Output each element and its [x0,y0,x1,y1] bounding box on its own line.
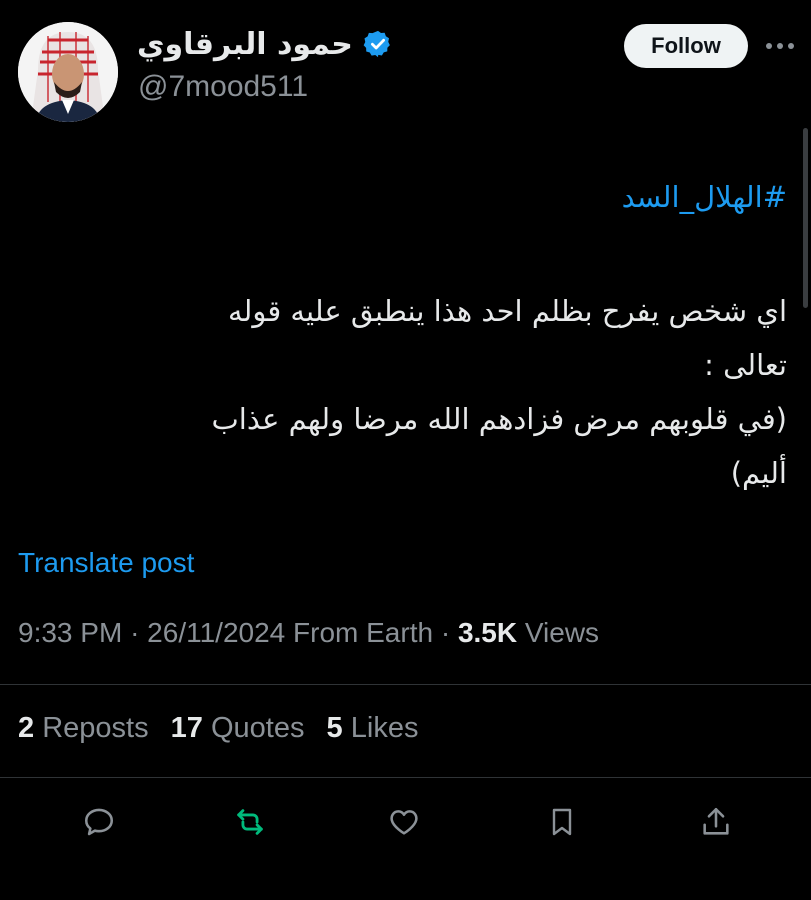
author-name-row[interactable]: حمود البرقاوي [137,22,393,66]
likes-stat[interactable]: 5 Likes [327,712,419,744]
views-count: 3.5K [457,617,518,648]
avatar[interactable] [18,22,118,122]
tweet-text-line: تعالى : [704,348,787,382]
tweet-text-line: أليم) [730,456,787,490]
reposts-label: Reposts [42,712,149,744]
tweet-text-line: اي شخص يفرح بظلم احد هذا ينطبق عليه قوله [227,294,787,328]
author-display-name[interactable]: حمود البرقاوي [137,27,353,62]
author-handle[interactable]: @7mood511 [138,70,308,104]
repost-icon[interactable] [228,800,272,844]
follow-button[interactable]: Follow [624,24,748,68]
verified-badge-icon [363,29,393,59]
translate-post-link[interactable]: Translate post [18,547,194,579]
tweet-text: اي شخص يفرح بظلم احد هذا ينطبق عليه قوله… [17,284,787,500]
engagement-stats: 2 Reposts 17 Quotes 5 Likes [18,712,432,745]
scrollbar[interactable] [803,128,808,308]
divider [0,777,811,778]
reply-icon[interactable] [77,800,121,844]
meta-separator: · [130,617,140,648]
tweet-date[interactable]: 26/11/2024 [147,617,285,648]
meta-separator: · [440,617,451,648]
tweet-meta: 9:33 PM · 26/11/2024 From Earth · 3.5K V… [18,617,599,649]
likes-label: Likes [350,712,419,744]
quotes-count: 17 [170,712,203,744]
avatar-photo [18,22,118,122]
tweet-source: From Earth [293,617,434,648]
tweet-header: حمود البرقاوي @7mood511 Follow [0,0,811,130]
reposts-count: 2 [18,712,35,744]
tweet-text-line: (في قلوبهم مرض فزادهم الله مرضا ولهم عذا… [211,402,787,436]
reposts-stat[interactable]: 2 Reposts [18,712,149,744]
share-icon[interactable] [694,800,738,844]
tweet-time[interactable]: 9:33 PM [18,617,122,648]
divider [0,684,811,685]
bookmark-icon[interactable] [540,800,584,844]
views-label: Views [524,617,600,648]
quotes-stat[interactable]: 17 Quotes [171,712,305,744]
likes-count: 5 [326,712,343,744]
action-bar [0,800,811,850]
like-icon[interactable] [382,800,426,844]
quotes-label: Quotes [210,712,305,744]
hashtag-link[interactable]: #الهلال_السد [622,180,787,214]
more-options-icon[interactable] [760,28,800,64]
